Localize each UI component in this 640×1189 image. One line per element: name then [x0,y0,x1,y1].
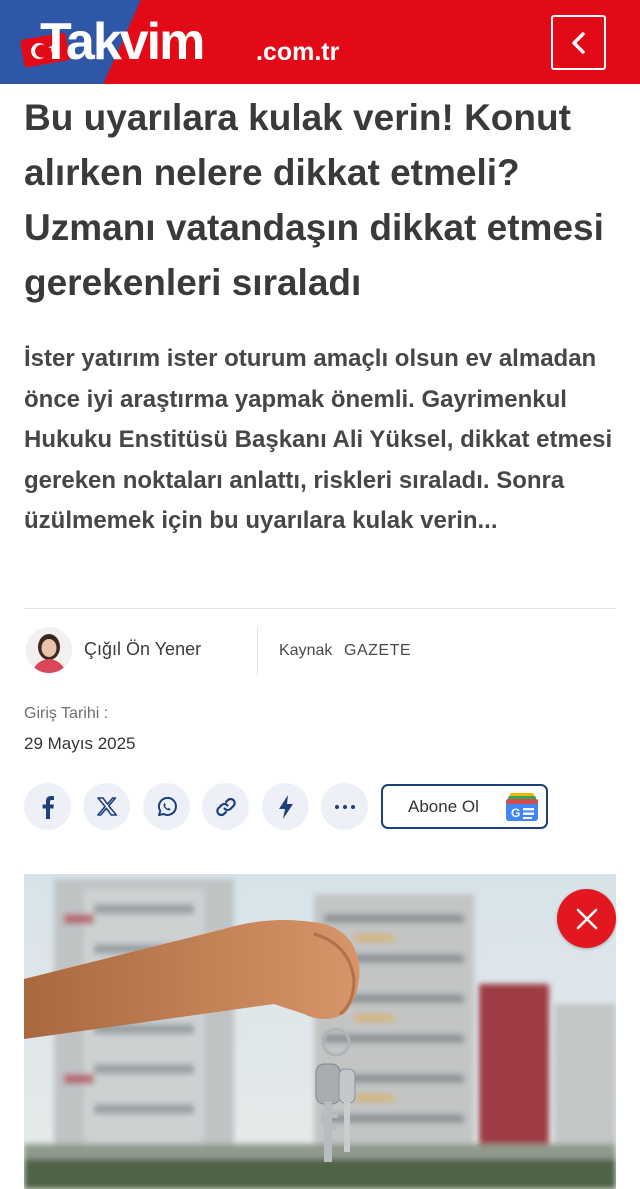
whatsapp-icon [157,796,177,816]
google-news-icon: G [506,793,538,821]
source-value: GAZETE [344,642,412,659]
back-button[interactable] [551,15,606,70]
flash-icon [278,794,293,819]
svg-text:G: G [511,806,520,820]
share-flash-button[interactable] [262,783,309,830]
article-headline: Bu uyarılara kulak verin! Konut alırken … [24,97,604,303]
site-logo[interactable]: Takvim [40,12,205,72]
date-label: Giriş Tarihi : [24,705,109,722]
site-header: ★ Takvim .com.tr [0,0,640,84]
hero-photo-keys-buildings [24,874,616,1189]
author-name[interactable]: Çığıl Ön Yener [84,639,201,660]
share-more-button[interactable] [321,783,368,830]
subscribe-google-news-button[interactable]: Abone Ol G [381,784,548,829]
close-icon [576,908,597,929]
subscribe-label: Abone Ol [408,797,479,816]
chevron-left-icon [571,31,585,54]
site-logo-suffix[interactable]: .com.tr [256,36,339,68]
divider [24,608,616,609]
author-source-separator [257,627,258,675]
link-icon [215,797,236,816]
share-x-button[interactable] [83,783,130,830]
article-lead: İster yatırım ister oturum amaçlı olsun … [24,345,613,534]
source-label: Kaynak [279,642,333,659]
author-avatar[interactable] [26,627,72,673]
more-icon [334,804,355,809]
share-facebook-button[interactable] [24,783,71,830]
publish-date: 29 Mayıs 2025 [24,734,136,753]
share-copy-link-button[interactable] [202,783,249,830]
close-button[interactable] [557,889,616,948]
x-icon [96,797,117,816]
facebook-icon [42,795,54,819]
share-whatsapp-button[interactable] [143,783,190,830]
article-hero-image[interactable] [24,874,616,1189]
